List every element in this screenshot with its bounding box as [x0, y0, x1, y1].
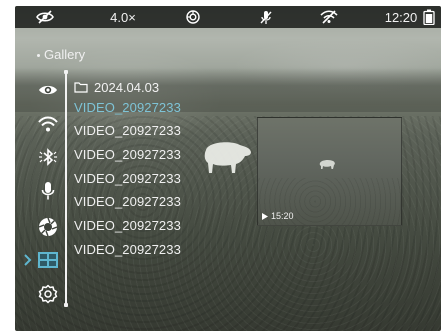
animal-silhouette [204, 142, 251, 173]
camera-aperture-icon[interactable] [37, 216, 59, 238]
folder-row[interactable]: 2024.04.03 [74, 78, 159, 96]
wifi-off-icon[interactable] [317, 6, 341, 28]
selected-indicator-icon [23, 253, 33, 267]
list-item[interactable]: VIDEO_20927233 [74, 218, 181, 233]
folder-icon [74, 82, 88, 93]
status-bar: 4.0× 12:20 [15, 6, 441, 28]
list-item[interactable]: VIDEO_20927233 [74, 100, 181, 115]
gallery-title: Gallery [37, 47, 85, 62]
preview-duration: 15:20 [262, 211, 294, 221]
battery-icon [421, 6, 437, 28]
list-item[interactable]: VIDEO_20927233 [74, 123, 181, 138]
aperture-mode-icon[interactable] [181, 6, 205, 28]
eye-off-icon[interactable] [33, 6, 57, 28]
list-item[interactable]: VIDEO_20927233 [74, 147, 181, 162]
settings-gear-icon[interactable] [37, 283, 59, 305]
microphone-icon[interactable] [37, 180, 59, 202]
mic-off-icon[interactable] [255, 6, 277, 28]
zoom-level: 4.0× [110, 9, 136, 25]
gallery-icon[interactable] [37, 249, 59, 271]
eye-icon[interactable] [37, 79, 59, 101]
list-item[interactable]: VIDEO_20927233 [74, 242, 181, 257]
list-item[interactable]: VIDEO_20927233 [74, 194, 181, 209]
play-icon [262, 212, 268, 220]
bluetooth-scan-icon[interactable] [37, 146, 59, 168]
list-scroll-track [64, 70, 68, 307]
video-preview[interactable]: 15:20 [257, 117, 402, 226]
list-item[interactable]: VIDEO_20927233 [74, 171, 181, 186]
folder-label: 2024.04.03 [94, 79, 160, 95]
clock: 12:20 [384, 9, 418, 25]
wifi-icon[interactable] [37, 113, 59, 135]
preview-animal-silhouette [319, 159, 335, 169]
device-screen: 4.0× 12:20 Gallery 2024.04.03 VIDEO_2092… [15, 6, 441, 331]
